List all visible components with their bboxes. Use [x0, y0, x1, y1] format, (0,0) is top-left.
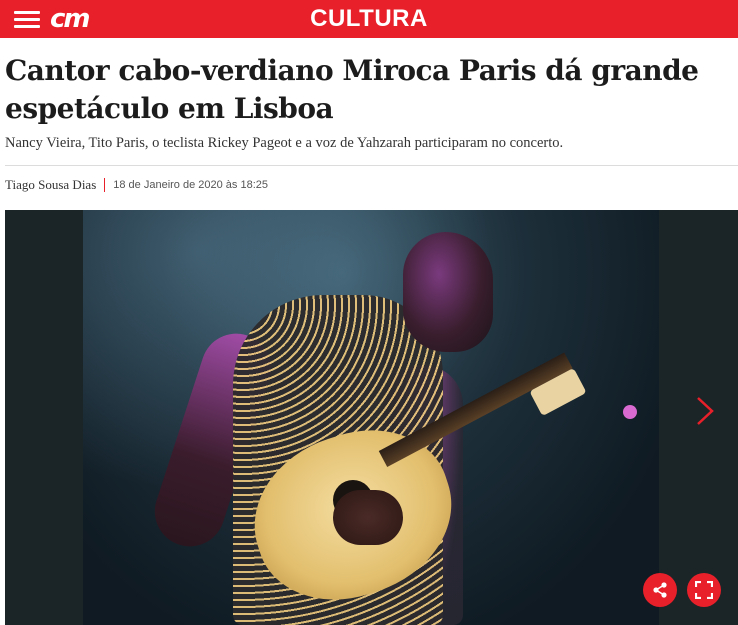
- author-name[interactable]: Tiago Sousa Dias: [5, 177, 96, 193]
- site-logo[interactable]: cm: [50, 4, 98, 34]
- publish-date: 18 de Janeiro de 2020 às 18:25: [113, 179, 269, 191]
- byline: Tiago Sousa Dias 18 de Janeiro de 2020 à…: [5, 176, 268, 194]
- hamburger-menu-icon[interactable]: [14, 11, 40, 28]
- top-navigation-bar: cm CULTURA: [0, 0, 738, 38]
- chevron-right-icon[interactable]: [690, 386, 720, 436]
- divider: [5, 165, 738, 166]
- article-lead: Nancy Vieira, Tito Paris, o teclista Ric…: [5, 135, 564, 151]
- byline-separator: [104, 178, 106, 192]
- article-headline: Cantor cabo-verdiano Miroca Paris dá gra…: [5, 54, 699, 125]
- photo-gallery[interactable]: [5, 210, 738, 625]
- section-title: CULTURA: [310, 5, 428, 32]
- share-icon: [653, 582, 667, 598]
- fullscreen-icon: [695, 581, 713, 599]
- fullscreen-button[interactable]: [687, 573, 721, 607]
- gallery-photo: [83, 210, 659, 625]
- share-button[interactable]: [643, 573, 677, 607]
